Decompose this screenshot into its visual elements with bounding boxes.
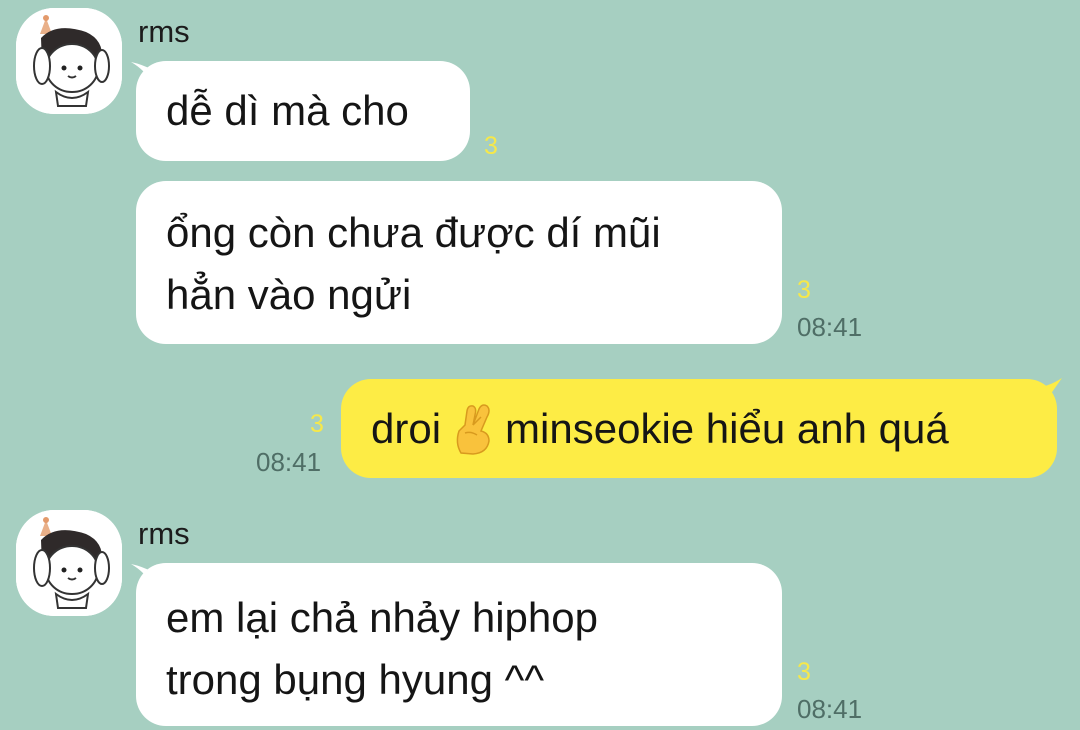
unread-count: 3 <box>797 276 811 304</box>
message-text: dễ dì mà cho <box>166 87 409 134</box>
cartoon-boy-avatar-icon <box>16 510 122 616</box>
message-text: minseokie hiểu anh quá <box>505 404 949 452</box>
bubble-tail-outgoing <box>1036 378 1062 404</box>
message-bubble-outgoing[interactable]: droi minseokie hiểu anh quá <box>341 379 1057 478</box>
message-text: droi <box>371 404 442 452</box>
unread-count: 3 <box>484 132 498 160</box>
sender-avatar[interactable] <box>16 8 122 114</box>
message-timestamp: 08:41 <box>797 694 863 724</box>
crossed-fingers-emoji-icon <box>456 403 490 455</box>
unread-count: 3 <box>797 658 811 686</box>
message-text-line: trong bụng hyung ^^ <box>166 656 545 703</box>
message-bubble[interactable]: ổng còn chưa được dí mũi hẳn vào ngửi <box>136 181 782 344</box>
message-bubble[interactable]: dễ dì mà cho <box>136 61 470 161</box>
message-text-line: em lại chả nhảy hiphop <box>166 594 598 641</box>
sender-name: rms <box>138 516 190 551</box>
message-text-line: hẳn vào ngửi <box>166 271 412 318</box>
message-text-line: ổng còn chưa được dí mũi <box>166 209 661 256</box>
message-timestamp: 08:41 <box>797 312 863 342</box>
cartoon-boy-avatar-icon <box>16 8 122 114</box>
chat-view: rms dễ dì mà cho 3 ổng còn chưa được dí … <box>0 0 1080 730</box>
unread-count: 3 <box>310 410 324 438</box>
sender-avatar[interactable] <box>16 510 122 616</box>
message-bubble[interactable]: em lại chả nhảy hiphop trong bụng hyung … <box>136 563 782 726</box>
message-timestamp: 08:41 <box>256 447 322 477</box>
sender-name: rms <box>138 14 190 49</box>
